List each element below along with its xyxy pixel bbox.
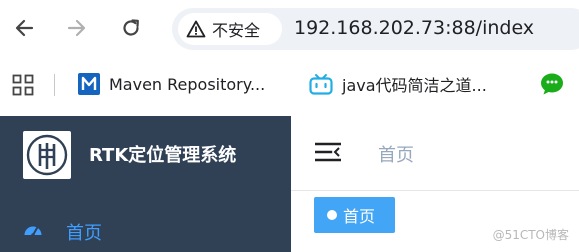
apps-grid-icon[interactable] xyxy=(12,74,34,96)
bookmark-label: java代码简洁之道... xyxy=(342,76,487,95)
tag-home[interactable]: 首页 xyxy=(314,197,395,233)
arrow-right-icon xyxy=(67,19,86,37)
back-button[interactable] xyxy=(10,14,38,42)
bilibili-icon xyxy=(309,74,333,95)
reload-button[interactable] xyxy=(117,14,145,42)
app-logo[interactable] xyxy=(23,131,71,179)
watermark: @51CTO博客 xyxy=(492,228,569,242)
address-bar[interactable]: 不安全 192.168.202.73:88/index xyxy=(172,8,579,50)
hamburger-menu-icon[interactable] xyxy=(315,141,341,163)
reload-icon xyxy=(123,19,139,36)
breadcrumb[interactable]: 首页 xyxy=(378,141,414,167)
security-chip[interactable]: 不安全 xyxy=(178,13,282,45)
bookmarks-bar: Maven Repository... java代码简洁之道... xyxy=(0,58,579,110)
bookmark-java[interactable]: java代码简洁之道... xyxy=(309,71,487,97)
wechat-icon[interactable] xyxy=(540,72,566,96)
bookmarks-divider xyxy=(54,74,55,96)
sidebar-item-label: 首页 xyxy=(66,223,102,244)
arrow-left-icon xyxy=(15,19,34,37)
bookmark-maven[interactable]: Maven Repository... xyxy=(78,71,265,97)
app-title: RTK定位管理系统 xyxy=(89,145,237,166)
tag-dot-icon xyxy=(327,210,337,220)
warning-icon xyxy=(186,20,206,38)
logo-icon xyxy=(26,134,68,176)
sidebar-item-home[interactable]: 首页 xyxy=(0,214,291,252)
bookmark-label: Maven Repository... xyxy=(109,74,266,94)
app-sidebar: RTK定位管理系统 首页 xyxy=(0,116,291,252)
url-text[interactable]: 192.168.202.73:88/index xyxy=(294,17,534,39)
forward-button[interactable] xyxy=(63,14,91,42)
app-header: 首页 xyxy=(291,116,579,191)
dashboard-icon xyxy=(24,226,42,237)
maven-icon xyxy=(78,73,100,95)
tag-label: 首页 xyxy=(343,207,376,226)
browser-toolbar: 不安全 192.168.202.73:88/index xyxy=(0,0,579,58)
security-label: 不安全 xyxy=(212,21,261,40)
